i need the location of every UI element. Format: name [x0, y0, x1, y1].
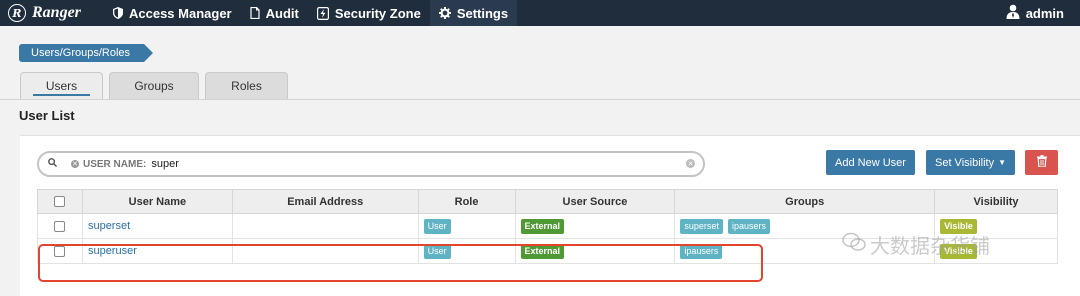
watermark-text: 大数据杂货铺 [870, 234, 990, 258]
nav-security-zone-label: Security Zone [334, 5, 421, 21]
highlight-annotation [38, 244, 763, 282]
watermark: 大数据杂货铺 [842, 230, 990, 259]
tab-roles-label: Roles [231, 79, 262, 93]
row-select-cell [37, 213, 83, 239]
tab-groups[interactable]: Groups [109, 72, 199, 99]
nav-access-manager[interactable]: Access Manager [104, 0, 241, 26]
user-name: admin [1025, 5, 1064, 21]
col-header-visibility[interactable]: Visibility [934, 189, 1058, 214]
active-tab-indicator [33, 94, 90, 96]
filter-value[interactable]: super [151, 158, 179, 170]
gear-icon [438, 7, 451, 19]
breadcrumb[interactable]: Users/Groups/Roles [19, 44, 154, 62]
col-header-role[interactable]: Role [417, 189, 516, 214]
nav-access-manager-label: Access Manager [129, 5, 232, 21]
role-badge: User [423, 218, 451, 234]
select-all-checkbox[interactable] [54, 196, 66, 208]
nav-settings-label: Settings [456, 5, 509, 21]
role-cell: User [417, 213, 516, 239]
search-icon [48, 158, 58, 170]
trash-icon [1036, 155, 1047, 170]
table-header-row: User Name Email Address Role User Source… [37, 189, 1058, 214]
delete-button[interactable] [1025, 150, 1058, 175]
user-menu[interactable]: admin [1006, 0, 1064, 26]
tab-bar: Users Groups Roles [20, 72, 294, 99]
file-icon [250, 7, 260, 19]
tab-users-label: Users [45, 79, 78, 93]
select-all-cell [37, 189, 83, 214]
tabs-divider [0, 99, 1080, 100]
row-checkbox[interactable] [54, 220, 66, 232]
email-cell [231, 213, 419, 239]
source-cell: External [514, 213, 676, 239]
col-header-groups[interactable]: Groups [674, 189, 936, 214]
tab-roles[interactable]: Roles [205, 72, 288, 99]
col-header-email[interactable]: Email Address [231, 189, 419, 214]
user-name-link[interactable]: superset [81, 213, 233, 239]
clear-search-icon[interactable]: ✕ [686, 159, 695, 168]
col-header-user-name[interactable]: User Name [81, 189, 233, 214]
set-visibility-button[interactable]: Set Visibility ▼ [926, 150, 1015, 175]
nav-audit-label: Audit [265, 5, 299, 21]
caret-down-icon: ▼ [998, 158, 1007, 167]
user-icon [1006, 4, 1020, 22]
wechat-icon [842, 232, 866, 257]
add-new-user-button[interactable]: Add New User [826, 150, 915, 175]
remove-filter-icon[interactable]: ✕ [71, 160, 79, 168]
ranger-logo-icon: R [8, 4, 26, 22]
col-header-user-source[interactable]: User Source [514, 189, 676, 214]
brand-name: Ranger [32, 4, 81, 21]
top-navbar: R Ranger Access Manager Audit Security Z… [0, 0, 1080, 26]
group-badge: superset [680, 218, 723, 234]
page-title: User List [19, 108, 75, 123]
tab-users[interactable]: Users [20, 72, 103, 99]
nav-audit[interactable]: Audit [241, 0, 308, 26]
tab-groups-label: Groups [134, 79, 174, 93]
nav-settings[interactable]: Settings [429, 0, 518, 26]
set-visibility-label: Set Visibility [934, 156, 995, 169]
nav-security-zone[interactable]: Security Zone [308, 0, 430, 26]
source-badge: External [520, 218, 565, 234]
filter-key: USER NAME: [83, 158, 147, 170]
bolt-icon [316, 6, 329, 20]
group-badge: ipausers [727, 218, 770, 234]
shield-icon [113, 7, 123, 19]
brand[interactable]: R Ranger [0, 0, 104, 26]
search-input[interactable]: ✕ USER NAME: super ✕ [37, 151, 705, 177]
